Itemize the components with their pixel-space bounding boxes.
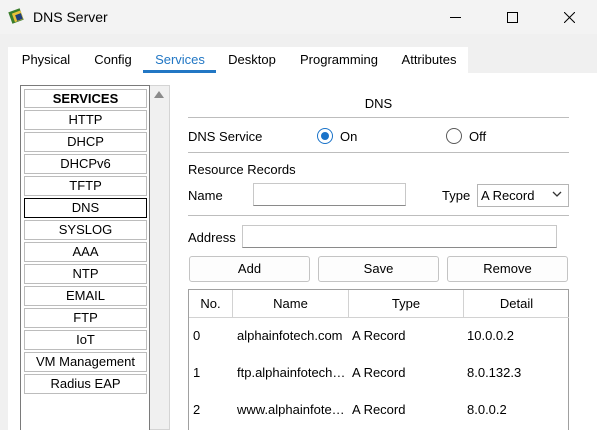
minimize-icon: [449, 16, 461, 18]
address-label: Address: [188, 230, 236, 245]
cell-name: www.alphainfote…: [237, 402, 345, 417]
cell-name: alphainfotech.com: [237, 328, 343, 343]
service-item-dhcp[interactable]: DHCP: [24, 132, 147, 152]
scroll-up-arrow-icon[interactable]: [154, 91, 164, 98]
close-button[interactable]: [546, 0, 592, 34]
services-list: SERVICES HTTP DHCP DHCPv6 TFTP DNS SYSLO…: [20, 85, 150, 430]
column-header-detail[interactable]: Detail: [464, 290, 569, 318]
cell-no: 2: [193, 402, 201, 417]
dns-service-label: DNS Service: [188, 129, 263, 144]
maximize-icon: [506, 11, 518, 23]
remove-button[interactable]: Remove: [447, 256, 568, 282]
service-item-tftp[interactable]: TFTP: [24, 176, 147, 196]
divider: [188, 215, 569, 216]
service-item-radius-eap[interactable]: Radius EAP: [24, 374, 147, 394]
service-item-ntp[interactable]: NTP: [24, 264, 147, 284]
tab-physical[interactable]: Physical: [14, 47, 78, 73]
cell-no: 1: [193, 365, 201, 380]
column-header-name[interactable]: Name: [233, 290, 349, 318]
column-header-no[interactable]: No.: [189, 290, 233, 318]
services-header: SERVICES: [24, 89, 147, 108]
service-item-dns[interactable]: DNS: [24, 198, 147, 218]
cell-type: A Record: [352, 365, 406, 380]
tab-config[interactable]: Config: [90, 47, 136, 73]
divider: [188, 117, 569, 118]
cell-no: 0: [193, 328, 201, 343]
service-item-vm-management[interactable]: VM Management: [24, 352, 147, 372]
column-header-type[interactable]: Type: [349, 290, 464, 318]
save-button[interactable]: Save: [318, 256, 439, 282]
dns-off-label[interactable]: Off: [469, 129, 486, 144]
window-title: DNS Server: [33, 9, 108, 25]
add-button[interactable]: Add: [189, 256, 310, 282]
cell-detail: 8.0.0.2: [467, 402, 507, 417]
type-select-value: A Record: [481, 188, 535, 203]
tab-desktop[interactable]: Desktop: [222, 47, 282, 73]
type-select[interactable]: A Record: [477, 184, 569, 207]
service-item-dhcpv6[interactable]: DHCPv6: [24, 154, 147, 174]
tab-attributes[interactable]: Attributes: [394, 47, 464, 73]
service-item-email[interactable]: EMAIL: [24, 286, 147, 306]
divider: [188, 152, 569, 153]
tab-bar: Physical Config Services Desktop Program…: [8, 47, 468, 73]
cell-type: A Record: [352, 328, 406, 343]
name-label: Name: [188, 188, 223, 203]
service-item-aaa[interactable]: AAA: [24, 242, 147, 262]
dns-on-label[interactable]: On: [340, 129, 357, 144]
service-item-iot[interactable]: IoT: [24, 330, 147, 350]
cell-detail: 10.0.0.2: [467, 328, 514, 343]
services-panel: SERVICES HTTP DHCP DHCPv6 TFTP DNS SYSLO…: [20, 85, 170, 430]
services-scrollbar[interactable]: [150, 85, 170, 430]
dns-on-radio[interactable]: [317, 128, 333, 144]
dns-off-radio[interactable]: [446, 128, 462, 144]
dns-pane-title: DNS: [364, 96, 393, 111]
maximize-button[interactable]: [489, 0, 535, 34]
close-icon: [563, 11, 575, 23]
address-input[interactable]: [242, 225, 557, 248]
router-device-icon: [8, 8, 24, 24]
name-input[interactable]: [253, 183, 406, 206]
service-item-syslog[interactable]: SYSLOG: [24, 220, 147, 240]
type-label: Type: [442, 188, 471, 203]
chevron-down-icon: [552, 191, 562, 197]
title-bar: DNS Server: [0, 0, 597, 34]
records-table: No. Name Type Detail 0 alphainfotech.com…: [188, 289, 569, 430]
minimize-button[interactable]: [432, 0, 478, 34]
service-item-http[interactable]: HTTP: [24, 110, 147, 130]
resource-records-label: Resource Records: [188, 162, 296, 177]
tab-programming[interactable]: Programming: [294, 47, 384, 73]
service-item-ftp[interactable]: FTP: [24, 308, 147, 328]
cell-type: A Record: [352, 402, 406, 417]
cell-detail: 8.0.132.3: [467, 365, 522, 380]
cell-name: ftp.alphainfotech…: [237, 365, 346, 380]
